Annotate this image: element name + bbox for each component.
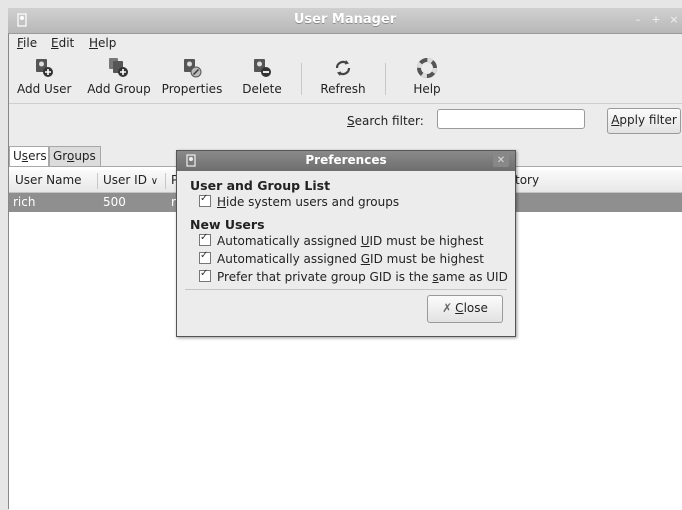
search-filter-label: Search filter: [347,114,424,128]
column-separator [165,173,166,189]
toolbar-separator [301,63,302,95]
private-group-gid-checkbox[interactable]: Prefer that private group GID is the sam… [199,268,508,284]
dialog-close-icon[interactable]: ✕ [493,154,509,167]
section-heading-user-group-list: User and Group List [190,178,331,193]
add-user-label: Add User [17,82,72,96]
menu-edit[interactable]: Edit [51,36,74,50]
window-title: User Manager [293,12,397,27]
close-button[interactable]: ✗ Close [427,295,503,323]
dialog-title: Preferences [305,153,387,167]
sort-descending-icon: ∨ [150,176,159,187]
delete-label: Delete [242,82,282,96]
add-group-button[interactable]: Add Group [87,57,151,96]
add-user-button[interactable]: Add User [17,57,71,96]
menu-help[interactable]: Help [89,36,116,50]
filter-bar: Search filter: Apply filter [9,104,682,144]
toolbar-separator [385,63,386,95]
menu-bar: File Edit Help [9,34,682,54]
menu-file[interactable]: File [17,36,37,50]
close-x-icon: ✗ [442,301,453,315]
refresh-button[interactable]: Refresh [315,57,371,96]
cell-user-id: 500 [103,195,126,209]
uid-highest-checkbox[interactable]: Automatically assigned UID must be highe… [199,232,484,248]
refresh-label: Refresh [320,82,366,96]
section-heading-new-users: New Users [190,217,265,232]
tab-users[interactable]: Users [9,146,49,166]
tab-groups[interactable]: Groups [49,146,101,166]
help-button[interactable]: Help [407,57,447,96]
column-header-user-name[interactable]: User Name [15,173,82,187]
add-user-icon [33,57,55,79]
gid-highest-checkbox[interactable]: Automatically assigned GID must be highe… [199,250,484,266]
search-filter-input[interactable] [437,109,585,129]
help-label: Help [413,82,441,96]
maximize-icon[interactable]: + [650,14,662,26]
add-group-label: Add Group [87,82,151,96]
checkbox-checked-icon [199,232,211,246]
properties-icon [181,57,203,79]
lifebuoy-help-icon [416,57,438,79]
title-bar[interactable]: User Manager – + × [8,8,682,34]
dialog-separator [185,289,507,290]
preferences-dialog: Preferences ✕ User and Group List Hide s… [176,150,516,337]
cell-user-name: rich [13,195,36,209]
add-group-icon [108,57,130,79]
refresh-icon [332,57,354,79]
dialog-title-bar[interactable]: Preferences ✕ [177,151,515,171]
column-header-home-directory[interactable]: tory [515,173,539,187]
delete-button[interactable]: Delete [237,57,287,96]
properties-button[interactable]: Properties [159,57,225,96]
column-separator [97,173,98,189]
checkbox-checked-icon [199,193,211,207]
close-window-icon[interactable]: × [668,14,680,26]
delete-user-icon [251,57,273,79]
apply-filter-button[interactable]: Apply filter [607,108,681,134]
minimize-icon[interactable]: – [632,14,644,26]
toolbar: Add User Add Group Properties Delete Ref… [9,55,682,104]
properties-label: Properties [161,82,223,96]
checkbox-checked-icon [199,268,211,282]
hide-system-users-checkbox[interactable]: Hide system users and groups [199,193,399,209]
checkbox-checked-icon [199,250,211,264]
column-header-user-id[interactable]: User ID ∨ [103,173,158,187]
